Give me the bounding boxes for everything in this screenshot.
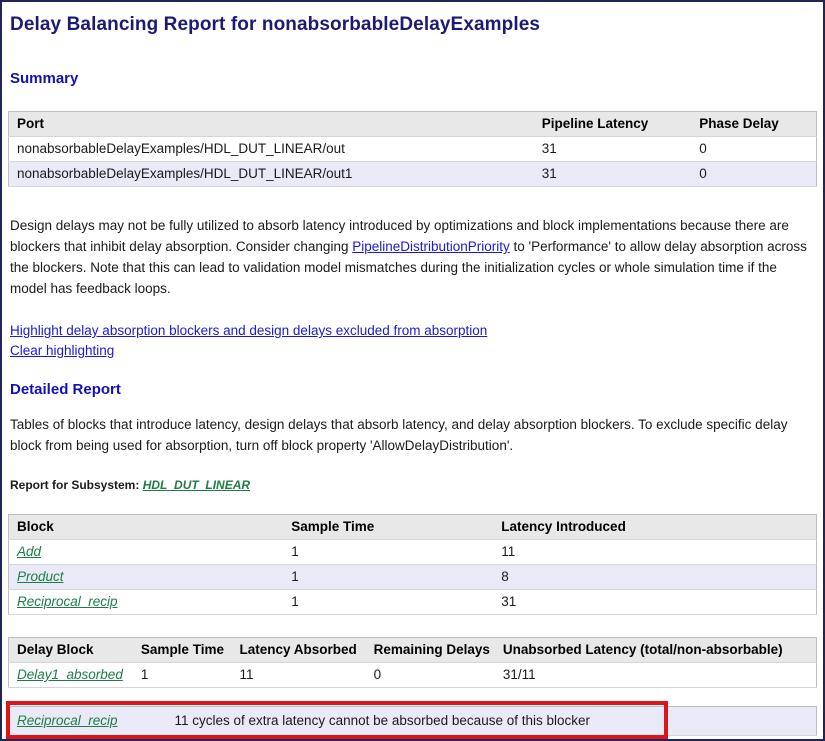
blocks-col-block: Block xyxy=(9,515,284,540)
latency-introduced-value: 8 xyxy=(493,565,816,590)
phase-delay-value: 0 xyxy=(691,137,816,162)
pipeline-latency-value: 31 xyxy=(534,137,692,162)
summary-col-phase-delay: Phase Delay xyxy=(691,112,816,137)
table-row: Reciprocal_recip 1 31 xyxy=(9,590,817,615)
sample-time-value: 1 xyxy=(283,590,493,615)
latency-absorbed-value: 11 xyxy=(231,663,365,688)
table-row: nonabsorbableDelayExamples/HDL_DUT_LINEA… xyxy=(9,137,817,162)
detailed-report-heading: Detailed Report xyxy=(10,381,815,398)
sample-time-value: 1 xyxy=(283,540,493,565)
phase-delay-value: 0 xyxy=(691,162,816,187)
summary-table-header-row: Port Pipeline Latency Phase Delay xyxy=(9,112,817,137)
subsystem-link[interactable]: HDL_DUT_LINEAR xyxy=(143,478,250,492)
table-row: Product 1 8 xyxy=(9,565,817,590)
detailed-description: Tables of blocks that introduce latency,… xyxy=(10,414,815,456)
highlight-blockers-link[interactable]: Highlight delay absorption blockers and … xyxy=(10,323,487,338)
port-path: nonabsorbableDelayExamples/HDL_DUT_LINEA… xyxy=(9,162,534,187)
blocker-link-reciprocal-recip[interactable]: Reciprocal_recip xyxy=(17,713,118,728)
clear-highlighting-link[interactable]: Clear highlighting xyxy=(10,343,114,358)
blocks-table-header-row: Block Sample Time Latency Introduced xyxy=(9,515,817,540)
block-link-reciprocal-recip[interactable]: Reciprocal_recip xyxy=(17,594,118,609)
pipeline-distribution-priority-link[interactable]: PipelineDistributionPriority xyxy=(352,239,510,254)
delays-table-header-row: Delay Block Sample Time Latency Absorbed… xyxy=(9,638,817,663)
port-path: nonabsorbableDelayExamples/HDL_DUT_LINEA… xyxy=(9,137,534,162)
blocker-message: 11 cycles of extra latency cannot be abs… xyxy=(167,707,817,736)
summary-heading: Summary xyxy=(10,70,815,87)
block-link-add[interactable]: Add xyxy=(17,544,41,559)
latency-introduced-value: 11 xyxy=(493,540,816,565)
delays-col-sample-time: Sample Time xyxy=(133,638,232,663)
delays-col-latency-absorbed: Latency Absorbed xyxy=(231,638,365,663)
summary-note: Design delays may not be fully utilized … xyxy=(10,215,815,299)
table-row: Delay1_absorbed 1 11 0 31/11 xyxy=(9,663,817,688)
summary-col-pipeline-latency: Pipeline Latency xyxy=(534,112,692,137)
delays-table: Delay Block Sample Time Latency Absorbed… xyxy=(8,637,817,688)
delay-block-link-delay1-absorbed[interactable]: Delay1_absorbed xyxy=(17,667,123,682)
blocks-table: Block Sample Time Latency Introduced Add… xyxy=(8,514,817,615)
sample-time-value: 1 xyxy=(133,663,232,688)
blockers-table: Reciprocal_recip 11 cycles of extra late… xyxy=(8,706,817,736)
delays-col-delay-block: Delay Block xyxy=(9,638,133,663)
page-title: Delay Balancing Report for nonabsorbable… xyxy=(10,14,815,36)
unabsorbed-latency-value: 31/11 xyxy=(495,663,817,688)
remaining-delays-value: 0 xyxy=(366,663,495,688)
delays-col-remaining-delays: Remaining Delays xyxy=(366,638,495,663)
block-link-product[interactable]: Product xyxy=(17,569,64,584)
subsystem-line: Report for Subsystem: HDL_DUT_LINEAR xyxy=(10,478,815,492)
latency-introduced-value: 31 xyxy=(493,590,816,615)
pipeline-latency-value: 31 xyxy=(534,162,692,187)
subsystem-label: Report for Subsystem: xyxy=(10,478,143,492)
delays-col-unabsorbed-latency: Unabsorbed Latency (total/non-absorbable… xyxy=(495,638,817,663)
table-row: nonabsorbableDelayExamples/HDL_DUT_LINEA… xyxy=(9,162,817,187)
summary-table: Port Pipeline Latency Phase Delay nonabs… xyxy=(8,111,817,187)
table-row: Reciprocal_recip 11 cycles of extra late… xyxy=(9,707,817,736)
sample-time-value: 1 xyxy=(283,565,493,590)
summary-col-port: Port xyxy=(9,112,534,137)
table-row: Add 1 11 xyxy=(9,540,817,565)
blocks-col-latency-introduced: Latency Introduced xyxy=(493,515,816,540)
blocks-col-sample-time: Sample Time xyxy=(283,515,493,540)
report-page: Delay Balancing Report for nonabsorbable… xyxy=(2,2,823,736)
blocker-section: Reciprocal_recip 11 cycles of extra late… xyxy=(8,706,817,736)
